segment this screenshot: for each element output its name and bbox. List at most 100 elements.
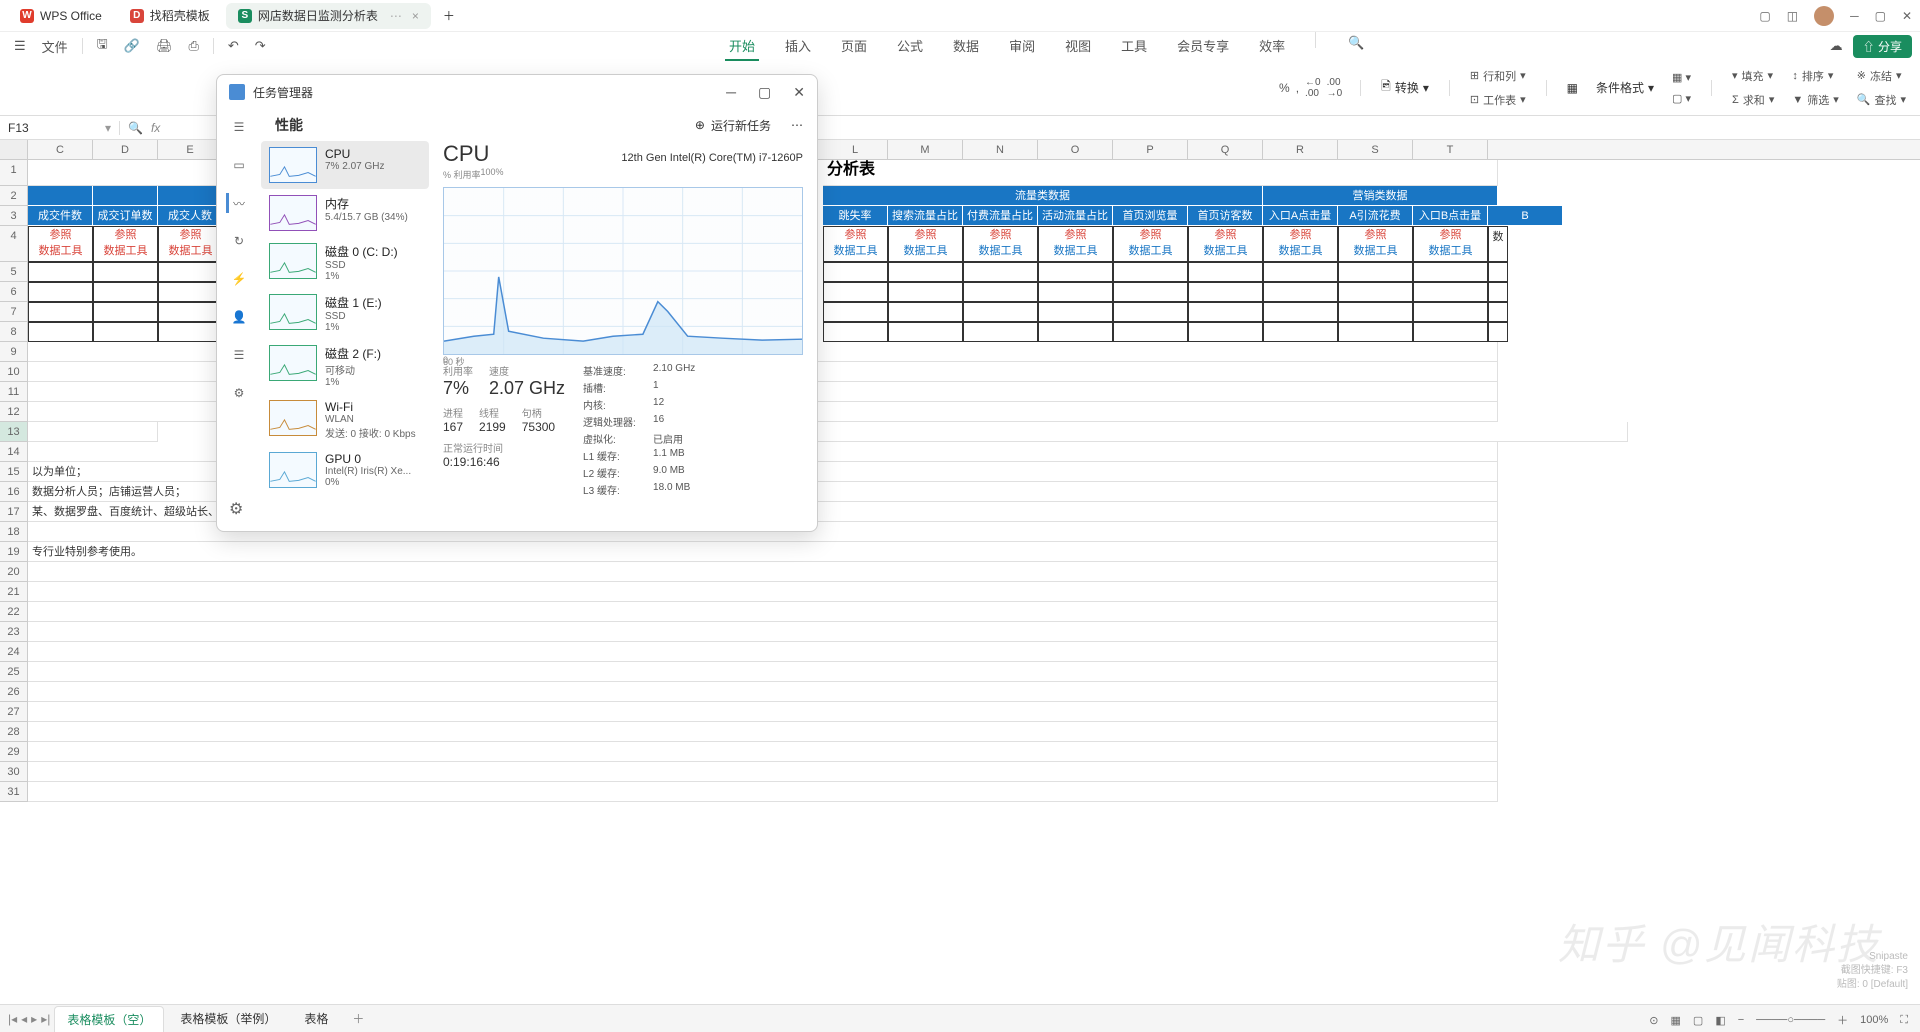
row-header[interactable]: 27 — [0, 702, 28, 722]
cell[interactable] — [1188, 282, 1263, 302]
cell[interactable] — [1263, 282, 1338, 302]
cell[interactable]: B — [1488, 206, 1563, 226]
row-header[interactable]: 6 — [0, 282, 28, 302]
taskmgr-titlebar[interactable]: 任务管理器 ─ ▢ ✕ — [217, 75, 817, 109]
cell[interactable] — [158, 302, 223, 322]
freeze-button[interactable]: ※ 冻结 ▾ — [1855, 66, 1908, 86]
tm-list-item[interactable]: 磁盘 1 (E:)SSD1% — [261, 288, 429, 339]
tm-list-item[interactable]: Wi-FiWLAN发送: 0 接收: 0 Kbps — [261, 394, 429, 446]
cell[interactable] — [1188, 262, 1263, 282]
fx-search-icon[interactable]: 🔍 — [128, 121, 143, 135]
cell[interactable]: 参照数据工具 — [1038, 226, 1113, 262]
cell[interactable]: 参照数据工具 — [1338, 226, 1413, 262]
cell[interactable] — [28, 742, 1498, 762]
cell[interactable]: 首页访客数 — [1188, 206, 1263, 226]
cell[interactable]: 成交订单数 — [93, 206, 158, 226]
dec-dec-icon[interactable]: .00→0 — [1327, 77, 1343, 99]
cell[interactable]: 参照数据工具 — [1188, 226, 1263, 262]
cube-icon[interactable]: ◫ — [1787, 9, 1798, 23]
cell[interactable] — [28, 422, 158, 442]
tab-sheet[interactable]: S网店数据日监测分析表⋯× — [226, 3, 431, 29]
cell[interactable] — [1413, 262, 1488, 282]
cell[interactable]: 分析表 — [823, 160, 1498, 186]
border-icon[interactable]: ▢ ▾ — [1670, 90, 1693, 107]
dec-inc-icon[interactable]: ←0.00 — [1305, 77, 1321, 99]
cell[interactable] — [93, 302, 158, 322]
cell[interactable] — [1188, 322, 1263, 342]
maximize-button[interactable]: ▢ — [1875, 9, 1886, 23]
col-header[interactable]: C — [28, 140, 93, 159]
tab-wps[interactable]: WWPS Office — [8, 3, 114, 29]
row-header[interactable]: 31 — [0, 782, 28, 802]
cell[interactable] — [1263, 302, 1338, 322]
cell[interactable] — [1113, 282, 1188, 302]
tm-list-item[interactable]: CPU7% 2.07 GHz — [261, 141, 429, 189]
row-header[interactable]: 1 — [0, 160, 28, 186]
cell[interactable] — [888, 322, 963, 342]
view-split-icon[interactable]: ◧ — [1715, 1014, 1725, 1027]
cell[interactable] — [28, 322, 93, 342]
cell[interactable] — [1338, 322, 1413, 342]
ribbon-tab-page[interactable]: 页面 — [837, 32, 871, 61]
close-button[interactable]: ✕ — [1902, 9, 1912, 23]
cell[interactable] — [888, 262, 963, 282]
sheet-tab-0[interactable]: 表格模板（空） — [54, 1006, 164, 1032]
zoom-out[interactable]: − — [1738, 1014, 1744, 1026]
cell[interactable] — [28, 186, 93, 206]
cell[interactable] — [1488, 322, 1508, 342]
cell[interactable] — [1413, 282, 1488, 302]
sheet-nav-first[interactable]: |◂ — [8, 1012, 17, 1026]
cell[interactable]: 参照数据工具 — [1113, 226, 1188, 262]
cell[interactable]: 营销类数据 — [1263, 186, 1498, 206]
cell[interactable]: 付费流量占比 — [963, 206, 1038, 226]
cell[interactable] — [93, 262, 158, 282]
name-box[interactable]: F13▾ — [0, 121, 120, 135]
cell[interactable] — [28, 262, 93, 282]
cell[interactable] — [1038, 262, 1113, 282]
row-header[interactable]: 26 — [0, 682, 28, 702]
cell[interactable] — [888, 302, 963, 322]
col-header[interactable]: S — [1338, 140, 1413, 159]
tm-list-item[interactable]: 内存5.4/15.7 GB (34%) — [261, 189, 429, 237]
row-header[interactable]: 18 — [0, 522, 28, 542]
cell[interactable]: 参照数据工具 — [158, 226, 223, 262]
panel-icon[interactable]: ▢ — [1759, 9, 1770, 23]
cell[interactable] — [158, 262, 223, 282]
save-icon[interactable]: 🖫 — [91, 32, 114, 60]
row-header[interactable]: 3 — [0, 206, 28, 226]
tab-options-icon[interactable]: ⋯ — [390, 9, 402, 23]
taskmgr-minimize[interactable]: ─ — [726, 84, 736, 101]
tm-services-icon[interactable]: ⚙ — [229, 383, 249, 403]
condfmt-button[interactable]: 条件格式 ▾ — [1594, 77, 1656, 98]
table-icon[interactable]: ▦ — [1565, 79, 1580, 97]
row-header[interactable]: 2 — [0, 186, 28, 206]
fill-button[interactable]: ▾ 填充 ▾ — [1730, 66, 1776, 86]
row-header[interactable]: 25 — [0, 662, 28, 682]
cell[interactable] — [1188, 302, 1263, 322]
cell[interactable] — [1488, 282, 1508, 302]
tm-history-icon[interactable]: ↻ — [229, 231, 249, 251]
row-header[interactable]: 10 — [0, 362, 28, 382]
tm-list-item[interactable]: 磁盘 0 (C: D:)SSD1% — [261, 237, 429, 288]
zoom-slider[interactable]: ────○──── — [1756, 1014, 1825, 1026]
cell[interactable] — [28, 160, 223, 186]
row-header[interactable]: 13 — [0, 422, 28, 442]
row-header[interactable]: 24 — [0, 642, 28, 662]
tm-list-item[interactable]: GPU 0Intel(R) Iris(R) Xe...0% — [261, 446, 429, 494]
cell[interactable] — [1413, 322, 1488, 342]
cell[interactable] — [28, 562, 1498, 582]
tm-startup-icon[interactable]: ⚡ — [229, 269, 249, 289]
row-header[interactable]: 9 — [0, 342, 28, 362]
sheet-nav-prev[interactable]: ◂ — [21, 1012, 27, 1026]
fullscreen-icon[interactable]: ⛶ — [1900, 1014, 1908, 1027]
add-sheet-button[interactable]: ＋ — [344, 1010, 372, 1027]
cell[interactable]: 搜索流量占比 — [888, 206, 963, 226]
ribbon-tab-review[interactable]: 审阅 — [1005, 32, 1039, 61]
cell[interactable]: 参照数据工具 — [1413, 226, 1488, 262]
cell[interactable] — [1263, 262, 1338, 282]
cell[interactable] — [1338, 302, 1413, 322]
cell[interactable] — [1338, 282, 1413, 302]
convert-button[interactable]: 🖻 转换 ▾ — [1379, 75, 1431, 100]
col-header[interactable]: T — [1413, 140, 1488, 159]
tm-details-icon[interactable]: ☰ — [229, 345, 249, 365]
